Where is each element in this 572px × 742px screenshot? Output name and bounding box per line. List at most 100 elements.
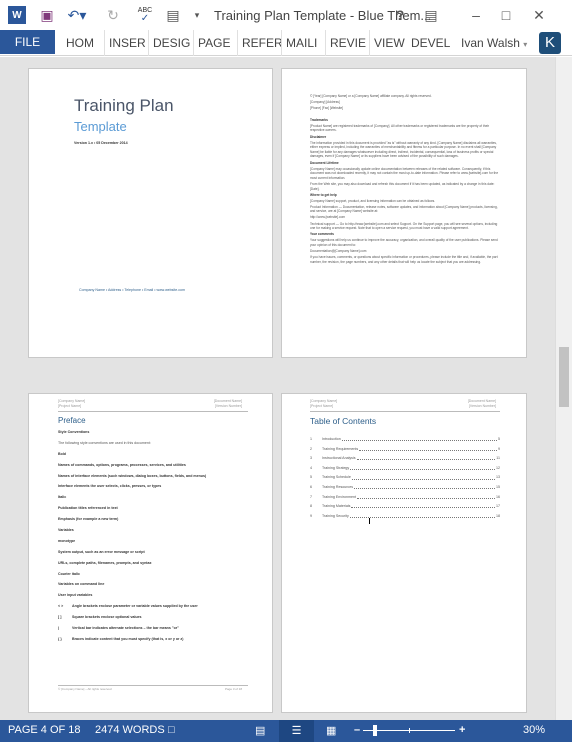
- symbol: |: [58, 626, 60, 631]
- ribbon-display-icon[interactable]: ▤: [422, 5, 440, 25]
- preface-line: Publication titles referenced in text: [58, 506, 118, 511]
- cover-title: Training Plan: [74, 96, 174, 115]
- paragraph: [Company Name] may occasionally update o…: [310, 166, 499, 180]
- tab-developer[interactable]: DEVEL: [407, 30, 450, 56]
- symbol-description: Angle brackets enclose parameter or vari…: [72, 604, 198, 609]
- paragraph: Technical support — Go to http://www.[we…: [310, 221, 498, 231]
- tab-references[interactable]: REFER: [237, 30, 283, 56]
- header-project: [Project Name]: [58, 404, 82, 408]
- undo-icon[interactable]: ↶▾: [66, 5, 88, 25]
- section-heading: Trademarks: [310, 117, 328, 122]
- header-version: [Version Number]: [214, 404, 242, 408]
- zoom-level[interactable]: 30%: [523, 724, 545, 736]
- vertical-scrollbar[interactable]: [555, 57, 572, 720]
- tab-file[interactable]: FILE: [0, 30, 55, 54]
- toc-entry[interactable]: 4 Training Strategy 12: [310, 464, 500, 474]
- document-area[interactable]: Training Plan Template Version 1.x • 05 …: [0, 57, 555, 720]
- footer-page: Page 3 of 18: [224, 687, 242, 691]
- close-icon[interactable]: ✕: [530, 5, 548, 25]
- zoom-in-icon[interactable]: +: [459, 724, 465, 736]
- proofing-icon[interactable]: □: [168, 724, 175, 736]
- page-count[interactable]: PAGE 4 OF 18: [8, 724, 81, 736]
- tab-page-layout[interactable]: PAGE: [193, 30, 230, 56]
- user-account[interactable]: Ivan Walsh ▾: [461, 30, 527, 58]
- toc-entry[interactable]: 2 Training Requirements 9: [310, 445, 500, 455]
- paragraph: The information provided in this documen…: [310, 140, 497, 159]
- tab-mailings[interactable]: MAILI: [281, 30, 317, 56]
- toc-number: 4: [310, 465, 312, 470]
- preface-line: Names of interface elements (such window…: [58, 473, 207, 478]
- toc-entry[interactable]: 7 Training Environment 16: [310, 493, 500, 503]
- toc-page: 11: [496, 456, 500, 461]
- page-preface: [Company Name] [Project Name] [Document N…: [28, 393, 273, 713]
- toc-entry[interactable]: 3 Instructional Analysis 11: [310, 454, 500, 464]
- preface-line: Bold: [58, 451, 66, 456]
- tab-view[interactable]: VIEW: [369, 30, 405, 56]
- symbol: [ ]: [58, 615, 62, 620]
- header-right: [Document Name] [Version Number]: [214, 399, 242, 409]
- redo-icon[interactable]: ↻: [104, 5, 122, 25]
- symbol-row: { } Braces indicate content that you must…: [58, 637, 248, 643]
- minimize-icon[interactable]: –: [468, 5, 484, 25]
- preface-line: Emphasis (for example a new term): [58, 517, 119, 522]
- toc-leader: [341, 438, 497, 442]
- toc-number: 2: [310, 446, 312, 451]
- web-layout-icon[interactable]: ▦: [326, 724, 336, 737]
- avatar[interactable]: K: [539, 32, 561, 54]
- word-icon[interactable]: W: [8, 6, 26, 24]
- spelling-icon[interactable]: ABC ✓: [136, 5, 154, 25]
- save-icon[interactable]: ▣: [38, 5, 56, 25]
- maximize-icon[interactable]: □: [498, 5, 514, 25]
- paragraph: [Company] [Address]: [310, 100, 340, 105]
- zoom-slider[interactable]: [363, 725, 455, 736]
- toc-entry[interactable]: 1 Introduction 5: [310, 435, 500, 445]
- customize-icon[interactable]: ▾: [192, 5, 202, 25]
- paragraph: http://www.[website].com: [310, 215, 346, 220]
- user-name: Ivan Walsh: [461, 36, 520, 50]
- touch-mode-icon[interactable]: ▤: [164, 5, 182, 25]
- toc-entry[interactable]: 5 Training Schedule 13: [310, 473, 500, 483]
- page-cover: Training Plan Template Version 1.x • 05 …: [28, 68, 273, 358]
- toc-entry[interactable]: 6 Training Resources 15: [310, 483, 500, 493]
- toc-leader: [350, 467, 495, 471]
- scrollbar-thumb[interactable]: [559, 347, 569, 407]
- preface-line: monotype: [58, 538, 76, 543]
- tab-home[interactable]: HOM: [62, 30, 94, 56]
- toc-page: 18: [496, 513, 500, 518]
- toc-title: Training Environment: [322, 494, 357, 499]
- toc-leader: [359, 448, 497, 451]
- help-icon[interactable]: ?: [392, 5, 408, 25]
- toc-number: 9: [310, 513, 312, 518]
- toc-title: Training Resources: [322, 484, 354, 489]
- toc-leader: [351, 477, 495, 480]
- zoom-out-icon[interactable]: –: [354, 724, 360, 736]
- tab-design[interactable]: DESIG: [148, 30, 190, 56]
- toc-page: 16: [496, 494, 500, 499]
- header-right: [Document Name] [Version Number]: [468, 399, 496, 409]
- zoom-slider-thumb[interactable]: [373, 725, 377, 736]
- header-version: [Version Number]: [468, 404, 496, 408]
- footer-left: © [Company Name] – All rights reserved: [58, 687, 112, 691]
- preface-line: Names of commands, options, programs, pr…: [58, 462, 186, 467]
- tab-review[interactable]: REVIE: [325, 30, 366, 56]
- header-left: [Company Name] [Project Name]: [58, 399, 85, 409]
- title-bar: W ▣ ↶▾ ↻ ABC ✓ ▤ ▾ Training Plan Template…: [0, 0, 572, 30]
- paragraph: [Product Name] are registered trademarks…: [310, 123, 490, 133]
- read-mode-icon[interactable]: ▤: [255, 724, 265, 737]
- preface-line: User input variables: [58, 593, 93, 598]
- tab-insert[interactable]: INSER: [104, 30, 146, 56]
- toc-page: 9: [498, 446, 500, 451]
- symbol-row: | Vertical bar indicates alternate select…: [58, 626, 248, 632]
- text-cursor: [369, 518, 370, 524]
- toc-leader: [356, 457, 496, 461]
- toc-entry[interactable]: 9 Training Security 18: [310, 512, 500, 522]
- toc-title: Instructional Analysis: [322, 456, 356, 461]
- toc-page: 12: [496, 465, 500, 470]
- toc-title: Training Materials: [322, 504, 351, 509]
- print-layout-icon[interactable]: ☰: [279, 720, 314, 742]
- symbol: { }: [58, 636, 62, 641]
- section-heading: Your comments: [310, 232, 334, 237]
- preface-heading: Preface: [58, 416, 86, 425]
- word-count[interactable]: 2474 WORDS: [95, 724, 165, 736]
- toc-entry[interactable]: 8 Training Materials 17: [310, 502, 500, 512]
